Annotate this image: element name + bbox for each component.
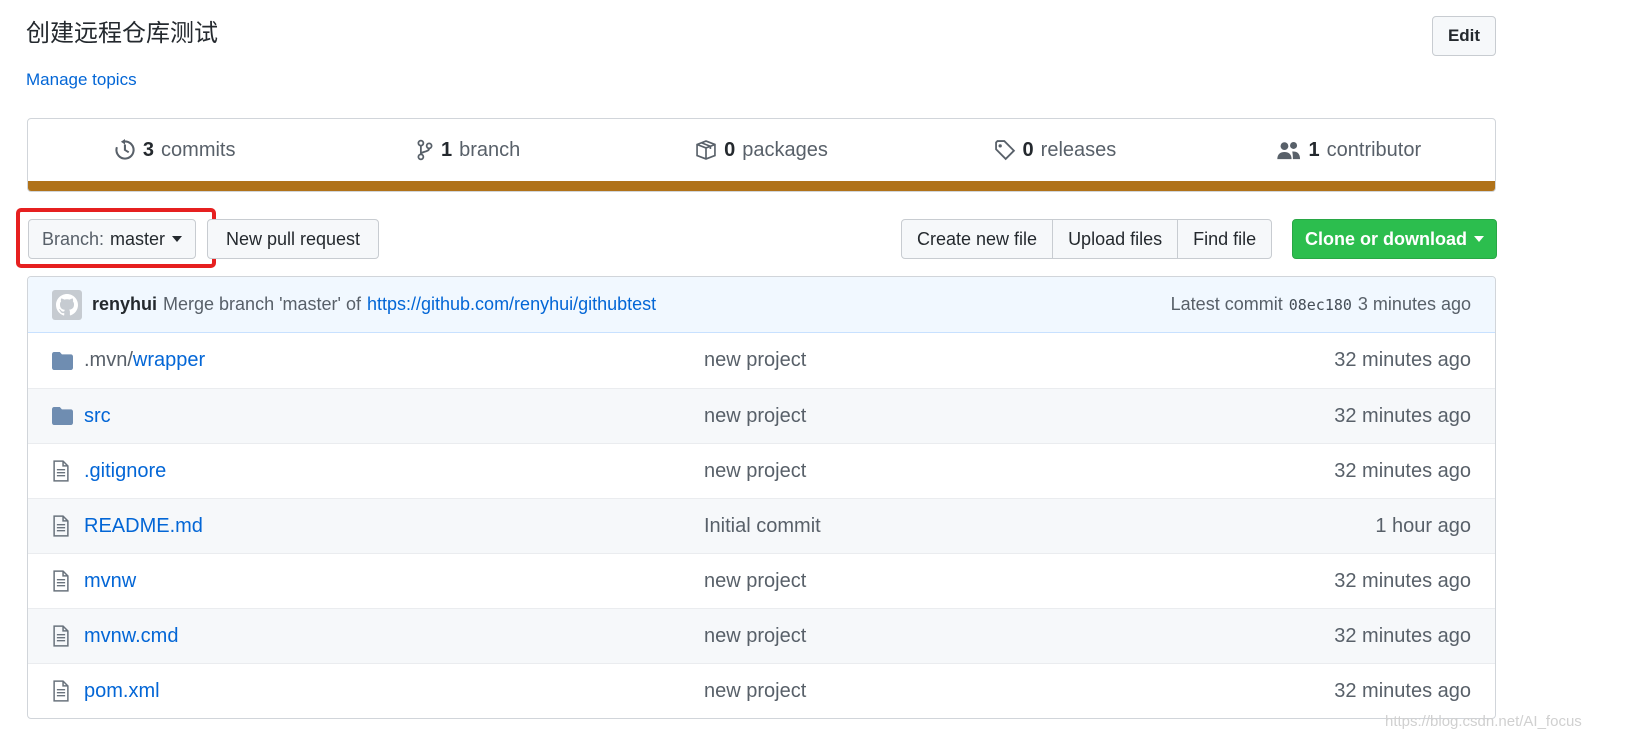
branches-summary[interactable]: 1 branch (321, 139, 614, 162)
file-commit-message[interactable]: Initial commit (704, 515, 1224, 538)
file-commit-message[interactable]: new project (704, 405, 1224, 428)
file-row[interactable]: .gitignore new project 32 minutes ago (28, 443, 1495, 498)
commit-url-link[interactable]: https://github.com/renyhui/githubtest (367, 294, 656, 315)
branch-select-button[interactable]: Branch: master (28, 219, 196, 259)
file-name[interactable]: src (84, 405, 111, 427)
file-row[interactable]: src new project 32 minutes ago (28, 388, 1495, 443)
file-commit-message[interactable]: new project (704, 680, 1224, 703)
file-name-link[interactable]: mvnw.cmd (84, 625, 704, 648)
branch-icon (417, 139, 433, 161)
commits-label: commits (161, 138, 236, 161)
avatar[interactable] (52, 289, 82, 320)
language-bar[interactable] (28, 181, 1495, 191)
repo-summary: 3 commits 1 branch 0 packages 0 releases… (27, 118, 1496, 192)
branches-label: branch (459, 138, 521, 161)
create-new-file-button[interactable]: Create new file (901, 219, 1054, 259)
repo-title: 创建远程仓库测试 (26, 20, 218, 47)
file-name-link[interactable]: src (84, 405, 704, 428)
file-row[interactable]: mvnw.cmd new project 32 minutes ago (28, 608, 1495, 663)
file-icon (52, 514, 76, 538)
contributors-summary[interactable]: 1 contributor (1202, 139, 1495, 162)
package-icon (696, 140, 716, 160)
clone-or-download-button[interactable]: Clone or download (1292, 219, 1497, 259)
contributors-count: 1 (1308, 138, 1320, 161)
branch-label: Branch: (41, 228, 105, 249)
commit-message: Merge branch 'master' of (163, 294, 361, 314)
file-row[interactable]: README.md Initial commit 1 hour ago (28, 498, 1495, 553)
contributors-label: contributor (1326, 138, 1422, 161)
watermark: https://blog.csdn.net/AI_focus (1385, 713, 1582, 730)
file-list: .mvn/wrapper new project 32 minutes ago src… (28, 333, 1495, 718)
commit-time: 3 minutes ago (1357, 294, 1471, 314)
file-name[interactable]: wrapper (133, 349, 205, 371)
file-row[interactable]: .mvn/wrapper new project 32 minutes ago (28, 333, 1495, 388)
file-name[interactable]: mvnw.cmd (84, 625, 178, 647)
new-pull-request-button[interactable]: New pull request (207, 219, 379, 259)
file-path-prefix[interactable]: .mvn/ (84, 349, 133, 371)
file-row[interactable]: mvnw new project 32 minutes ago (28, 553, 1495, 608)
releases-count: 0 (1022, 138, 1034, 161)
file-age: 32 minutes ago (1334, 459, 1471, 482)
file-age: 32 minutes ago (1334, 679, 1471, 702)
file-name[interactable]: README.md (84, 515, 203, 537)
releases-label: releases (1040, 138, 1117, 161)
file-name-link[interactable]: README.md (84, 515, 704, 538)
tag-icon (994, 140, 1015, 161)
find-file-button[interactable]: Find file (1177, 219, 1273, 259)
file-icon (52, 459, 76, 483)
releases-summary[interactable]: 0 releases (908, 139, 1201, 162)
file-age: 32 minutes ago (1334, 404, 1471, 427)
file-age: 1 hour ago (1375, 514, 1471, 537)
caret-down-icon (172, 236, 183, 242)
latest-commit-info: Latest commit 08ec180 3 minutes ago (1171, 294, 1471, 315)
file-commit-message[interactable]: new project (704, 570, 1224, 593)
file-name[interactable]: pom.xml (84, 680, 160, 702)
packages-label: packages (742, 138, 828, 161)
manage-topics-link[interactable]: Manage topics (26, 70, 137, 90)
edit-button[interactable]: Edit (1432, 16, 1496, 56)
file-name[interactable]: mvnw (84, 570, 136, 592)
file-actions-group: Create new file Upload files Find file (901, 219, 1273, 259)
packages-summary[interactable]: 0 packages (615, 139, 908, 162)
latest-commit-label: Latest commit (1170, 294, 1283, 314)
file-commit-message[interactable]: new project (704, 625, 1224, 648)
file-icon (52, 569, 76, 593)
history-icon (115, 139, 135, 160)
file-icon (52, 679, 76, 703)
latest-commit-bar: renyhui Merge branch 'master' of https:/… (28, 277, 1495, 333)
file-commit-message[interactable]: new project (704, 349, 1224, 372)
commits-count: 3 (142, 138, 155, 161)
file-age: 32 minutes ago (1334, 349, 1471, 371)
file-name-link[interactable]: .mvn/wrapper (84, 349, 704, 372)
branches-count: 1 (440, 138, 453, 161)
folder-icon (52, 404, 76, 428)
commit-sha[interactable]: 08ec180 (1289, 296, 1352, 314)
file-age: 32 minutes ago (1334, 624, 1471, 647)
branch-value: master (110, 228, 166, 249)
file-name-link[interactable]: mvnw (84, 570, 704, 593)
file-icon (52, 624, 76, 648)
github-mark-icon (56, 293, 78, 315)
commit-author[interactable]: renyhui (92, 294, 157, 315)
file-age: 32 minutes ago (1334, 569, 1471, 592)
clone-label: Clone or download (1305, 228, 1467, 249)
file-name[interactable]: .gitignore (84, 460, 166, 482)
file-name-link[interactable]: pom.xml (84, 680, 704, 703)
packages-count: 0 (724, 138, 736, 161)
file-row[interactable]: pom.xml new project 32 minutes ago (28, 663, 1495, 718)
people-icon (1276, 141, 1300, 160)
caret-down-icon (1474, 236, 1484, 242)
file-name-link[interactable]: .gitignore (84, 460, 704, 483)
upload-files-button[interactable]: Upload files (1052, 219, 1179, 259)
folder-icon (52, 349, 76, 373)
commits-summary[interactable]: 3 commits (28, 139, 321, 162)
file-table: renyhui Merge branch 'master' of https:/… (27, 276, 1496, 719)
file-commit-message[interactable]: new project (704, 460, 1224, 483)
